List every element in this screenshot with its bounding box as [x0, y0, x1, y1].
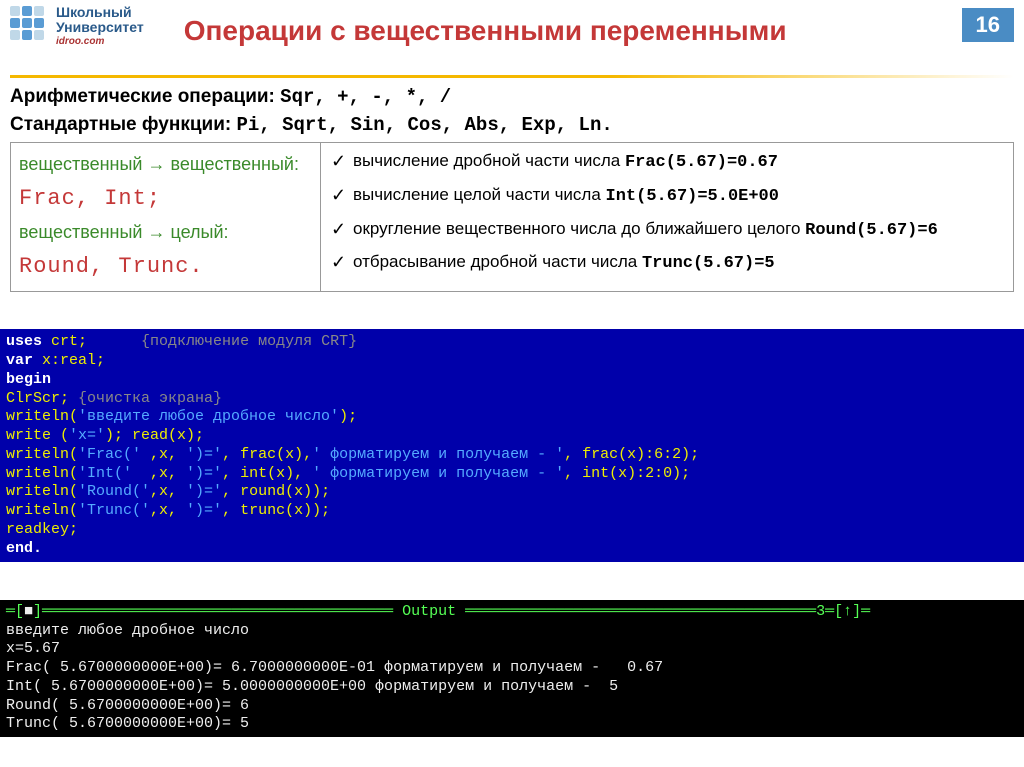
code-text: writeln( [6, 408, 78, 425]
list-item: отбрасывание дробной части числа Trunc(5… [331, 250, 1003, 276]
code-text: writeln( [6, 502, 78, 519]
bullet-code: Frac(5.67)=0.67 [625, 153, 778, 172]
code-text: readkey; [6, 521, 78, 538]
std-fns-line: Стандартные функции: Pi, Sqrt, Sin, Cos,… [10, 114, 1014, 136]
code-text: , frac(x), [222, 446, 312, 463]
comment: {очистка экрана} [78, 390, 222, 407]
output-panel: ═[■]════════════════════════════════════… [0, 600, 1024, 737]
code-text: , int(x), [222, 465, 312, 482]
string: ' форматируем и получаем - ' [312, 465, 564, 482]
code-text: writeln( [6, 483, 78, 500]
code-text: ,x, [132, 465, 186, 482]
list-item: округление вещественного числа до ближай… [331, 217, 1003, 243]
output-line: Round( 5.6700000000E+00)= 6 [6, 697, 249, 714]
page-number: 16 [962, 8, 1014, 42]
output-line: Frac( 5.6700000000E+00)= 6.7000000000E-0… [6, 659, 663, 676]
bullet-list: вычисление дробной части числа Frac(5.67… [331, 149, 1003, 276]
output-marker: 3═[↑]═ [816, 603, 870, 620]
code-text: writeln( [6, 465, 78, 482]
divider-line [10, 75, 1014, 78]
code-text: ); [339, 408, 357, 425]
list-item: вычисление дробной части числа Frac(5.67… [331, 149, 1003, 175]
right-box: вычисление дробной части числа Frac(5.67… [321, 143, 1013, 291]
string: 'Trunc(' [78, 502, 150, 519]
string: 'Int(' [78, 465, 132, 482]
kw: end. [6, 540, 42, 557]
bullet-text: отбрасывание дробной части числа [353, 252, 642, 271]
code-text: write ( [6, 427, 69, 444]
code-editor: uses crt; {подключение модуля CRT} var x:… [0, 329, 1024, 562]
std-label: Стандартные функции: [10, 114, 231, 135]
code-text: , round(x)); [222, 483, 330, 500]
code-text: ,x, [150, 483, 186, 500]
code-text: x:real; [33, 352, 105, 369]
output-line: Int( 5.6700000000E+00)= 5.0000000000E+00… [6, 678, 618, 695]
code-text: , trunc(x)); [222, 502, 330, 519]
kw: uses [6, 333, 42, 350]
logo: Школьный Университет idroo.com [10, 5, 144, 47]
string: ')=' [186, 465, 222, 482]
output-line: введите любое дробное число [6, 622, 249, 639]
bullet-text: округление вещественного числа до ближай… [353, 219, 805, 238]
header-bar: Школьный Университет idroo.com Операции … [0, 0, 1024, 75]
kw: var [6, 352, 33, 369]
list-item: вычисление целой части числа Int(5.67)=5… [331, 183, 1003, 209]
left-box: вещественный → вещественный: Frac, Int; … [11, 143, 321, 291]
code-text: ); read(x); [105, 427, 204, 444]
logo-line1: Школьный [56, 5, 144, 20]
code-text: writeln( [6, 446, 78, 463]
content: Арифметические операции: Sqr, +, -, *, /… [0, 86, 1024, 292]
to-real-label: вещественный → вещественный: [19, 149, 312, 180]
string: 'введите любое дробное число' [78, 408, 339, 425]
bullet-code: Round(5.67)=6 [805, 221, 938, 240]
int-fns: Round, Trunc. [19, 248, 312, 285]
to-int-label: вещественный → целый: [19, 217, 312, 248]
terminal: uses crt; {подключение модуля CRT} var x:… [0, 292, 1024, 756]
code-text: , int(x):2:0); [564, 465, 690, 482]
output-divider: ═[■]════════════════════════════════════… [6, 603, 870, 620]
output-line: x=5.67 [6, 640, 60, 657]
string: ' форматируем и получаем - ' [312, 446, 564, 463]
logo-text: Школьный Университет idroo.com [56, 5, 144, 47]
page-title: Операции с вещественными переменными [184, 15, 787, 47]
arith-ops-line: Арифметические операции: Sqr, +, -, *, / [10, 86, 1014, 108]
string: 'x=' [69, 427, 105, 444]
kw: begin [6, 371, 51, 388]
string: ')=' [186, 502, 222, 519]
code-text: crt; [42, 333, 141, 350]
bullet-text: вычисление целой части числа [353, 185, 606, 204]
string: 'Frac(' [78, 446, 141, 463]
logo-icon [10, 6, 50, 46]
output-line: Trunc( 5.6700000000E+00)= 5 [6, 715, 249, 732]
arith-label: Арифметические операции: [10, 86, 275, 107]
string: 'Round(' [78, 483, 150, 500]
code-text: ClrScr; [6, 390, 78, 407]
bullet-code: Trunc(5.67)=5 [642, 254, 775, 273]
std-fns: Pi, Sqrt, Sin, Cos, Abs, Exp, Ln. [236, 114, 612, 136]
bullet-text: вычисление дробной части числа [353, 151, 625, 170]
info-boxes: вещественный → вещественный: Frac, Int; … [10, 142, 1014, 292]
bullet-code: Int(5.67)=5.0E+00 [606, 187, 779, 206]
code-text: , frac(x):6:2); [564, 446, 699, 463]
logo-line2: Университет [56, 20, 144, 35]
string: ')=' [186, 483, 222, 500]
output-label: Output [393, 603, 465, 620]
string: ')=' [186, 446, 222, 463]
real-fns: Frac, Int; [19, 180, 312, 217]
arith-ops: Sqr, +, -, *, / [280, 86, 451, 108]
comment: {подключение модуля CRT} [141, 333, 357, 350]
logo-sub: idroo.com [56, 36, 144, 47]
code-text: ,x, [150, 502, 186, 519]
code-text: ,x, [141, 446, 186, 463]
